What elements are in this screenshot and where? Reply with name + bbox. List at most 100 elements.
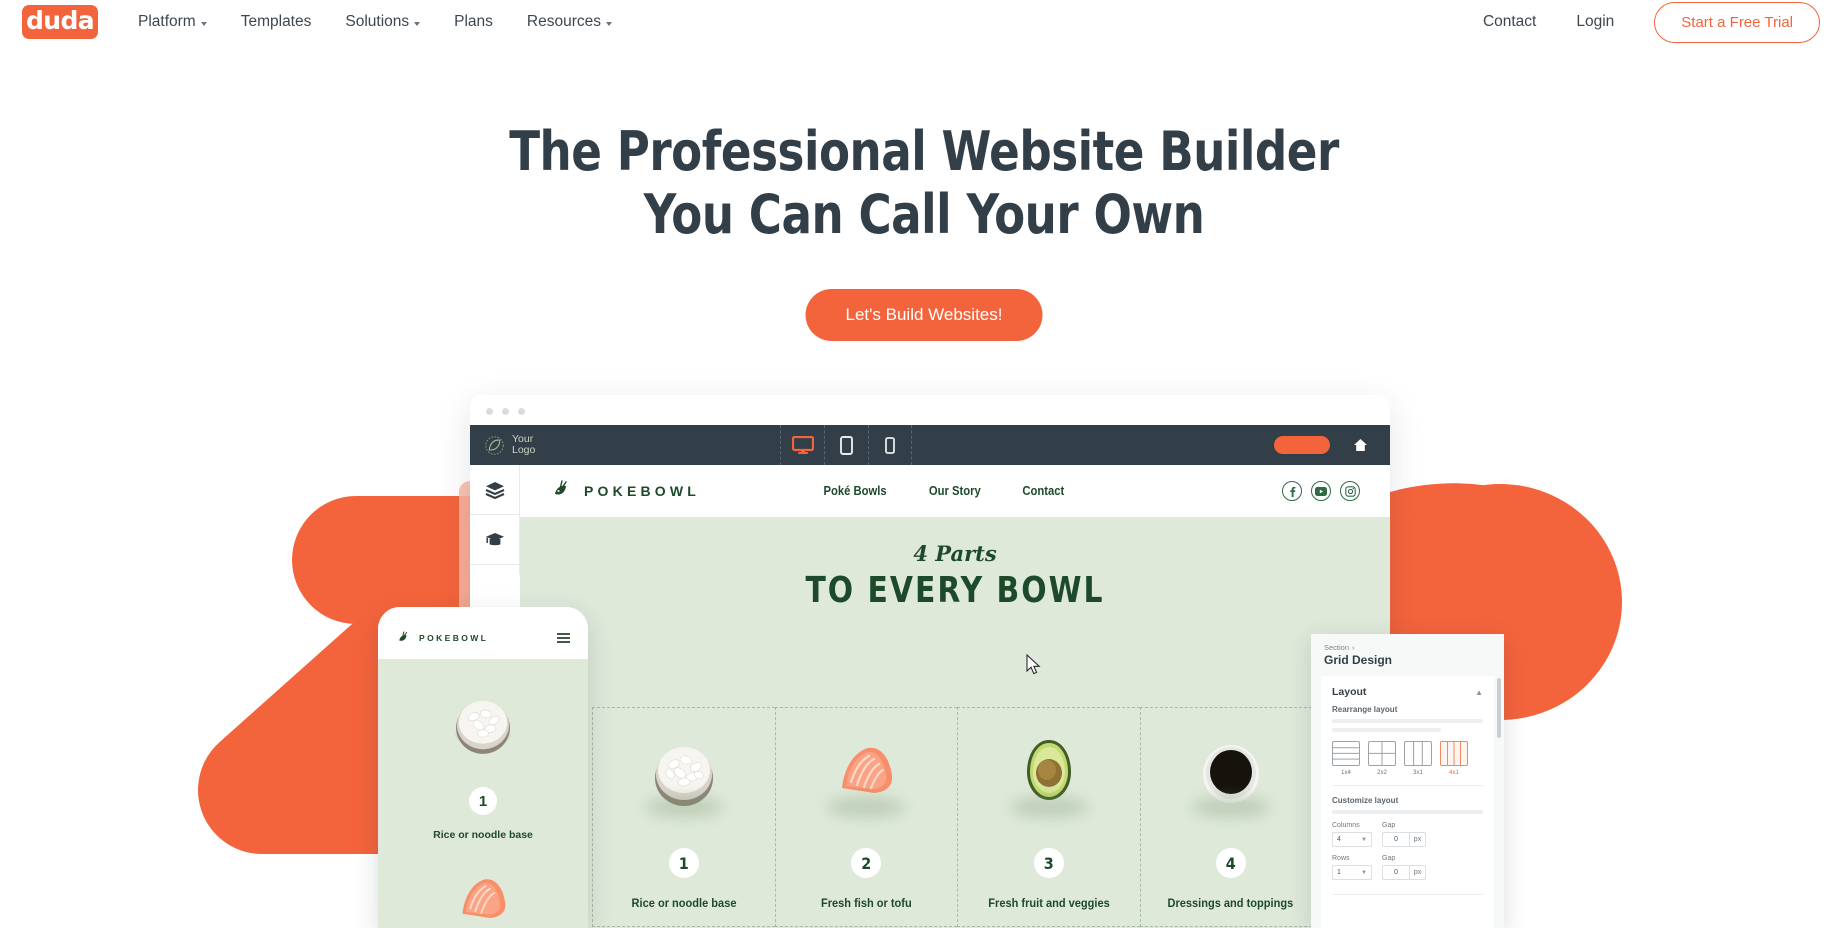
gap-value: 0 [1394, 869, 1398, 876]
duda-logo[interactable]: duda [22, 5, 98, 39]
site-nav-our-story[interactable]: Our Story [929, 484, 981, 498]
editor-toolbar: Your Logo [470, 425, 1390, 465]
phone-site-body: 1 Rice or noodle base [378, 659, 588, 928]
home-icon[interactable] [1353, 438, 1368, 452]
gap-value: 0 [1394, 836, 1398, 843]
cell-number: 2 [851, 848, 882, 878]
nav-item-login[interactable]: Login [1576, 13, 1614, 31]
grid-cell[interactable]: 2 Fresh fish or tofu [774, 707, 957, 927]
columns-gap-field: Gap 0 px [1382, 822, 1426, 847]
gap-unit: px [1409, 866, 1425, 879]
chevron-down-icon [606, 21, 613, 26]
device-desktop-button[interactable] [780, 425, 824, 465]
mobile-icon [885, 436, 895, 454]
hero-title-line-2: You Can Call Your Own [643, 183, 1205, 247]
rail-item-learn[interactable] [470, 515, 519, 565]
phone-cell-label: Rice or noodle base [433, 829, 533, 841]
chevron-up-icon[interactable]: ▲ [1475, 688, 1483, 697]
editor-site-logo[interactable]: Your Logo [484, 433, 535, 457]
nav-item-solutions[interactable]: Solutions [345, 13, 421, 31]
pokebowl-leaf-icon [555, 480, 567, 495]
instagram-icon[interactable] [1340, 481, 1360, 501]
pokebowl-leaf-icon [399, 630, 407, 641]
site-nav: Poké Bowls Our Story Contact [820, 484, 1066, 498]
grid-cell[interactable]: 3 Fresh fruit and veggies [957, 707, 1140, 927]
skeleton-line [1332, 810, 1483, 814]
rows-gap-field: Gap 0 px [1382, 855, 1426, 880]
nav-label: Plans [454, 13, 493, 30]
cell-label: Rice or noodle base [631, 896, 737, 910]
layout-section-header[interactable]: Layout ▲ [1332, 686, 1483, 698]
start-free-trial-button[interactable]: Start a Free Trial [1654, 1, 1820, 43]
columns-gap-input[interactable]: 0 px [1382, 832, 1426, 847]
nav-label: Platform [138, 13, 196, 30]
pokebowl-logo-text: POKEBOWL [584, 483, 701, 499]
nav-item-templates[interactable]: Templates [241, 13, 312, 31]
nav-item-platform[interactable]: Platform [138, 13, 207, 31]
device-tablet-button[interactable] [824, 425, 868, 465]
salmon-image [824, 730, 908, 818]
cell-number: 3 [1033, 848, 1064, 878]
rice-bowl-graphic [455, 700, 511, 754]
browser-mockup: Your Logo POKEBOWL Poké Bowls Our Story … [470, 395, 1390, 928]
site-nav-contact[interactable]: Contact [1022, 484, 1064, 498]
panel-title: Grid Design [1324, 653, 1393, 667]
cell-label: Fresh fish or tofu [820, 896, 912, 910]
phone-notch [441, 607, 525, 623]
skeleton-line [1332, 728, 1441, 732]
device-switcher [780, 425, 912, 465]
section-title: TO EVERY BOWL [805, 570, 1105, 611]
page-title: The Professional Website Builder You Can… [65, 120, 1784, 246]
layout-option-1x4[interactable]: 1x4 [1332, 741, 1360, 776]
columns-select[interactable]: 4 ▼ [1332, 832, 1372, 847]
chevron-down-icon: ▼ [1361, 869, 1367, 876]
cell-label: Fresh fruit and veggies [988, 896, 1110, 910]
facebook-icon[interactable] [1282, 481, 1302, 501]
hero-title-line-1: The Professional Website Builder [509, 120, 1339, 183]
youtube-icon[interactable] [1311, 481, 1331, 501]
grid-cell[interactable]: 1 Rice or noodle base [592, 707, 775, 927]
layout-option-2x2[interactable]: 2x2 [1368, 741, 1396, 776]
pokebowl-logo[interactable]: POKEBOWL [550, 478, 700, 504]
browser-dot [502, 408, 509, 415]
leaf-logo-icon [485, 435, 504, 455]
section-eyebrow: 4 Parts [913, 541, 997, 566]
chevron-right-icon: › [1352, 643, 1355, 652]
browser-dot [518, 408, 525, 415]
layout-thumbnails: 1x4 2x2 3x1 4x1 [1332, 741, 1483, 776]
rail-item-layers[interactable] [470, 465, 519, 515]
layout-preview-quad [1368, 741, 1396, 766]
main-nav-links: Platform Templates Solutions Plans Resou… [138, 13, 613, 31]
site-body: 4 Parts TO EVERY BOWL 1 Rice or noodle b… [520, 517, 1390, 928]
layout-option-label: 1x4 [1341, 770, 1351, 776]
device-mobile-button[interactable] [868, 425, 912, 465]
lets-build-websites-button[interactable]: Let's Build Websites! [805, 289, 1043, 341]
layout-option-4x1[interactable]: 4x1 [1440, 741, 1468, 776]
rows-gap-input[interactable]: 0 px [1382, 865, 1426, 880]
grid-cell[interactable]: 4 Dressings and toppings [1139, 707, 1322, 927]
rearrange-layout-label: Rearrange layout [1332, 705, 1398, 714]
social-links [1282, 481, 1360, 501]
layout-option-3x1[interactable]: 3x1 [1404, 741, 1432, 776]
panel-scrollbar[interactable] [1497, 678, 1501, 738]
breadcrumb[interactable]: Section › [1324, 643, 1504, 652]
site-nav-poke-bowls[interactable]: Poké Bowls [824, 484, 887, 498]
phone-logo-text: POKEBOWL [419, 633, 489, 643]
gap-unit: px [1409, 833, 1425, 846]
browser-dot [486, 408, 493, 415]
publish-button[interactable] [1274, 436, 1330, 454]
site-header: POKEBOWL Poké Bowls Our Story Contact [520, 465, 1390, 517]
hamburger-menu-icon[interactable] [557, 633, 570, 643]
rows-select[interactable]: 1 ▼ [1332, 865, 1372, 880]
bowl-parts-grid: 1 Rice or noodle base 2 Fresh fish or to… [592, 707, 1322, 927]
graduation-cap-icon [485, 533, 504, 546]
nav-item-plans[interactable]: Plans [454, 13, 493, 31]
nav-label: Resources [526, 13, 602, 30]
nav-item-resources[interactable]: Resources [526, 13, 613, 31]
layout-option-label: 2x2 [1377, 770, 1387, 776]
nav-item-contact[interactable]: Contact [1483, 13, 1536, 31]
cell-number: 1 [668, 848, 699, 878]
divider [1332, 894, 1483, 895]
rows-field: Rows 1 ▼ [1332, 855, 1372, 880]
phone-cell-number: 1 [469, 787, 497, 815]
